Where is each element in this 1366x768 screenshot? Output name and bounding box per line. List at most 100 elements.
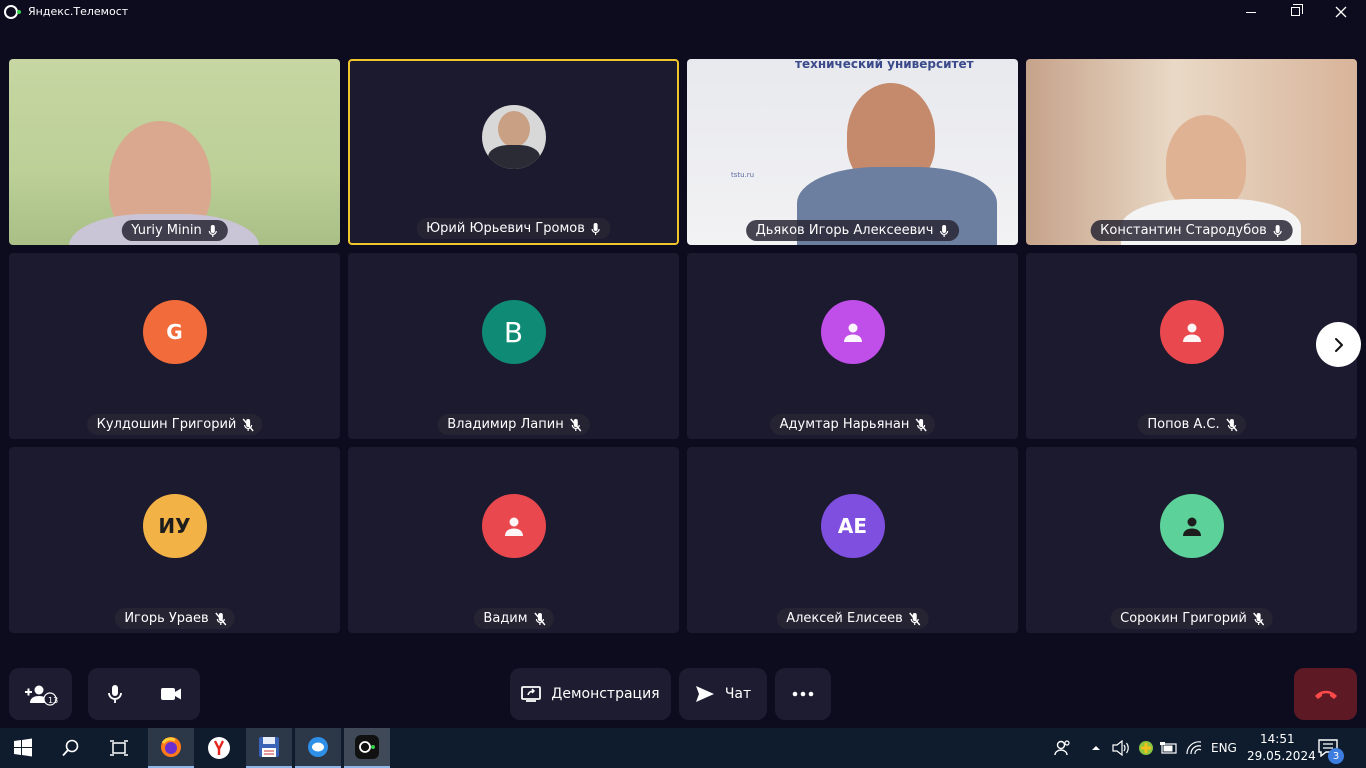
mic-muted-icon [570,418,582,432]
windows-taskbar: ENG 14:51 29.05.2024 3 [0,728,1366,768]
backdrop-wall-text: tstu.ru [731,171,755,179]
hang-up-icon [1314,690,1337,699]
participant-tile[interactable]: ИУ Игорь Ураев [9,447,340,633]
participant-tile-active-speaker[interactable]: Юрий Юрьевич Громов [348,59,679,245]
mic-on-icon [1273,224,1283,238]
people-icon [1054,740,1070,756]
participant-name: Дьяков Игорь Алексеевич [755,223,934,238]
participant-tile[interactable]: Адумтар Нарьянан [687,253,1018,439]
participant-avatar [1159,300,1224,364]
minimize-icon [1246,12,1256,13]
participant-avatar [820,300,885,364]
taskbar-firefox[interactable] [148,728,194,768]
telemost-icon [355,735,379,759]
screen-share-label: Демонстрация [551,686,660,702]
participant-tile[interactable]: технический университет tstu.ru Дьяков И… [687,59,1018,245]
participant-avatar: G [142,300,207,364]
close-window-button[interactable] [1318,0,1364,23]
tray-app-button[interactable] [1134,728,1158,768]
notification-badge: 3 [1328,748,1344,764]
mic-muted-icon [1253,612,1265,626]
screen-share-icon [521,686,542,702]
participant-name-pill: Кулдошин Григорий [86,414,263,435]
participant-tile[interactable]: Константин Стародубов [1026,59,1357,245]
mic-muted-icon [242,418,254,432]
participant-video [1166,115,1246,211]
next-page-button[interactable] [1316,322,1361,367]
participant-tile[interactable]: Сорокин Григорий [1026,447,1357,633]
camera-button[interactable] [160,686,182,702]
taskbar-messenger[interactable] [295,728,341,768]
participant-name: Алексей Елисеев [786,611,903,626]
volume-button[interactable] [1108,728,1134,768]
battery-button[interactable] [1158,728,1180,768]
participant-tile[interactable]: G Кулдошин Григорий [9,253,340,439]
input-language-indicator[interactable]: ENG [1211,741,1237,755]
network-button[interactable] [1182,728,1206,768]
yandex-browser-icon [208,737,230,759]
notifications-button[interactable]: 3 [1306,728,1350,768]
clock-time[interactable]: 14:51 [1260,732,1295,746]
user-icon [1182,517,1201,536]
screen-share-button[interactable]: Демонстрация [510,668,671,720]
participant-avatar [1159,494,1224,558]
people-button[interactable] [1040,728,1086,768]
user-icon [843,323,862,342]
taskbar-save-app[interactable] [246,728,292,768]
firefox-icon [161,737,181,757]
participant-tile[interactable]: Вадим [348,447,679,633]
participant-avatar: ИУ [142,494,207,558]
participant-name: Адумтар Нарьянан [779,417,910,432]
participant-avatar: АЕ [820,494,885,558]
participant-tile[interactable]: Попов А.С. [1026,253,1357,439]
restore-button[interactable] [1272,0,1318,23]
more-options-button[interactable] [775,668,831,720]
participant-name-pill: Юрий Юрьевич Громов [416,218,611,239]
participant-name-pill: Игорь Ураев [114,608,235,629]
windows-logo-icon [14,738,32,757]
participant-avatar: В [481,300,546,364]
mic-muted-icon [915,418,927,432]
participants-count: 13 [48,696,59,705]
participant-name-pill: Алексей Елисеев [776,608,929,629]
participant-photo [481,105,546,169]
participant-avatar [481,494,546,558]
task-view-button[interactable] [96,728,142,768]
chat-button[interactable]: Чат [679,668,767,720]
taskbar-search-button[interactable] [48,728,94,768]
participant-name: Юрий Юрьевич Громов [426,221,585,236]
mic-muted-icon [215,612,227,626]
battery-icon [1160,742,1177,754]
participant-tile[interactable]: АЕ Алексей Елисеев [687,447,1018,633]
microphone-button[interactable] [107,684,123,704]
microphone-icon [107,685,122,703]
close-icon [1335,6,1347,17]
participant-tile[interactable]: В Владимир Лапин [348,253,679,439]
start-button[interactable] [0,728,46,768]
mic-muted-icon [534,612,546,626]
user-icon [504,517,523,536]
messenger-icon [308,737,328,757]
participant-name: Попов А.С. [1147,417,1220,432]
participant-name: Владимир Лапин [447,417,564,432]
participants-button[interactable]: 13 [9,668,72,720]
wifi-icon [1186,741,1202,755]
restore-icon [1290,4,1303,16]
taskbar-yandex-browser[interactable] [196,728,242,768]
participant-name: Кулдошин Григорий [96,417,237,432]
speaker-icon [1112,740,1129,756]
mic-on-icon [939,224,949,238]
taskbar-telemost[interactable] [344,728,390,768]
window-title: Яндекс.Телемост [28,5,129,18]
participant-tile[interactable]: Yuriy Minin [9,59,340,245]
telemost-app-icon [4,4,21,19]
mic-muted-icon [1226,418,1238,432]
end-call-button[interactable] [1294,668,1357,720]
show-hidden-icons-button[interactable] [1084,728,1108,768]
participant-name-pill: Адумтар Нарьянан [769,414,936,435]
participant-name-pill: Константин Стародубов [1090,220,1293,241]
camera-icon [160,688,181,700]
minimize-button[interactable] [1228,0,1274,23]
participant-name-pill: Вадим [473,608,554,629]
tray-app-icon [1139,741,1153,755]
